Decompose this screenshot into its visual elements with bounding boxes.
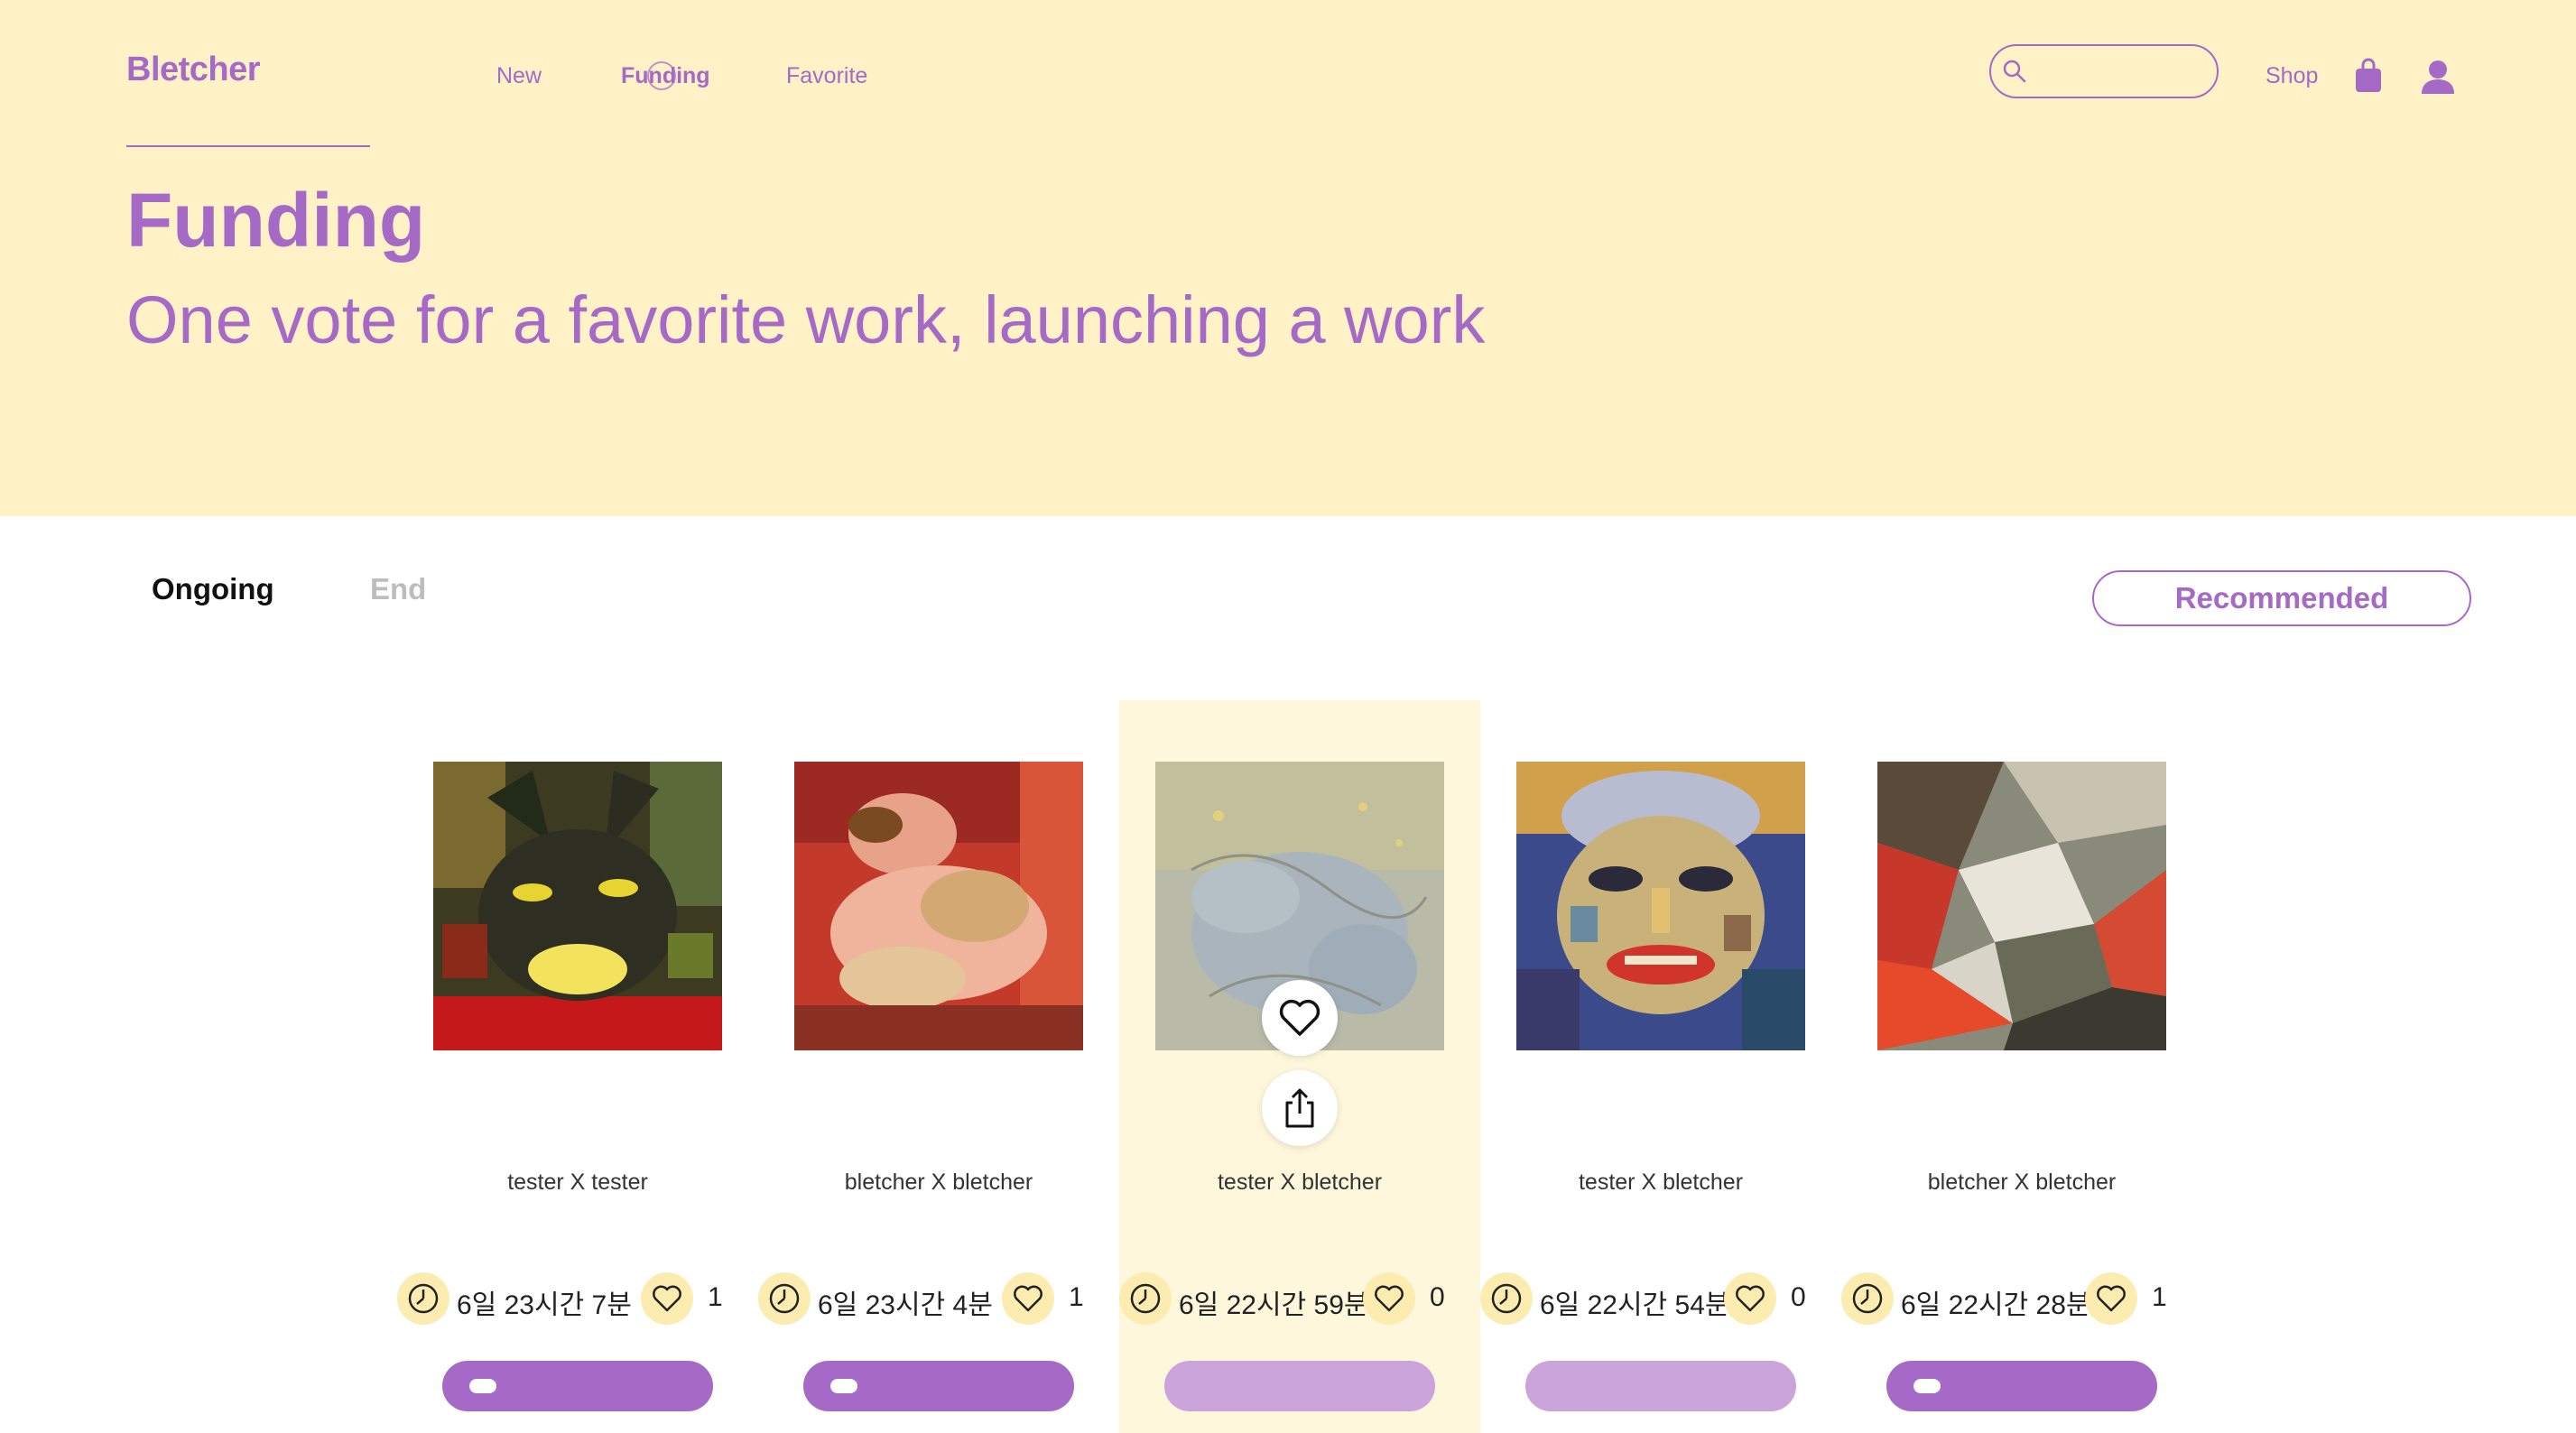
card-meta: 6일 23시간 4분 1 bbox=[758, 1269, 1119, 1328]
like-count: 1 bbox=[2152, 1282, 2167, 1312]
like-count: 1 bbox=[708, 1282, 723, 1312]
logo[interactable]: Bletcher bbox=[126, 51, 261, 89]
card-meta: 6일 22시간 54분 0 bbox=[1480, 1269, 1841, 1328]
shopping-bag-icon[interactable] bbox=[2354, 58, 2383, 94]
clock-icon bbox=[1841, 1272, 1894, 1325]
heart-icon[interactable] bbox=[1363, 1272, 1415, 1325]
hero-banner: Bletcher New Funding Favorite Shop Fundi… bbox=[0, 0, 2576, 516]
funding-card[interactable]: tester X bletcher 6일 22시간 54분 0 bbox=[1480, 700, 1841, 1433]
heart-icon[interactable] bbox=[1002, 1272, 1054, 1325]
remaining-time: 6일 22시간 28분 bbox=[1901, 1290, 2091, 1320]
search-icon bbox=[2003, 60, 2026, 83]
remaining-time: 6일 23시간 7분 bbox=[457, 1290, 632, 1320]
funding-card[interactable]: bletcher X bletcher 6일 23시간 4분 1 bbox=[758, 700, 1119, 1433]
remaining-time: 6일 22시간 54분 bbox=[1540, 1290, 1730, 1320]
shop-link[interactable]: Shop bbox=[2266, 63, 2318, 89]
artwork-thumbnail[interactable] bbox=[1516, 762, 1805, 1050]
progress-fill bbox=[830, 1379, 857, 1393]
progress-fill bbox=[1913, 1379, 1941, 1393]
clock-icon bbox=[1119, 1272, 1172, 1325]
heart-icon bbox=[1279, 999, 1320, 1036]
clock-icon bbox=[758, 1272, 811, 1325]
card-meta: 6일 22시간 28분 1 bbox=[1841, 1269, 2202, 1328]
progress-fill bbox=[469, 1379, 496, 1393]
tab-end[interactable]: End bbox=[370, 572, 426, 606]
funding-card[interactable]: tester X bletcher 6일 22시간 59분 0 bbox=[1119, 700, 1480, 1433]
artwork-thumbnail[interactable] bbox=[794, 762, 1083, 1050]
sort-recommended-button[interactable]: Recommended bbox=[2092, 570, 2471, 626]
card-title[interactable]: bletcher X bletcher bbox=[758, 1170, 1119, 1196]
nav-new[interactable]: New bbox=[496, 63, 542, 89]
card-title[interactable]: tester X tester bbox=[397, 1170, 758, 1196]
page-title: Funding bbox=[126, 178, 426, 263]
search-input[interactable] bbox=[1989, 44, 2219, 98]
funding-progress-bar bbox=[442, 1361, 713, 1411]
share-button[interactable] bbox=[1262, 1070, 1338, 1146]
cursor-indicator bbox=[647, 61, 676, 90]
clock-icon bbox=[1480, 1272, 1533, 1325]
remaining-time: 6일 22시간 59분 bbox=[1179, 1290, 1369, 1320]
like-count: 1 bbox=[1069, 1282, 1084, 1312]
funding-progress-bar bbox=[1164, 1361, 1435, 1411]
funding-progress-bar bbox=[1525, 1361, 1796, 1411]
clock-icon bbox=[397, 1272, 449, 1325]
page-subtitle: One vote for a favorite work, launching … bbox=[126, 282, 1486, 357]
card-meta: 6일 23시간 7분 1 bbox=[397, 1269, 758, 1328]
card-title[interactable]: tester X bletcher bbox=[1480, 1170, 1841, 1196]
remaining-time: 6일 23시간 4분 bbox=[818, 1290, 993, 1320]
heart-icon[interactable] bbox=[641, 1272, 693, 1325]
artwork-thumbnail[interactable] bbox=[433, 762, 722, 1050]
funding-card[interactable]: bletcher X bletcher 6일 22시간 28분 1 bbox=[1841, 700, 2202, 1433]
card-title[interactable]: bletcher X bletcher bbox=[1841, 1170, 2202, 1196]
favorite-button[interactable] bbox=[1262, 980, 1338, 1056]
artwork-thumbnail[interactable] bbox=[1877, 762, 2166, 1050]
heart-icon[interactable] bbox=[1724, 1272, 1776, 1325]
heart-icon[interactable] bbox=[2085, 1272, 2137, 1325]
user-icon[interactable] bbox=[2421, 60, 2455, 96]
card-meta: 6일 22시간 59분 0 bbox=[1119, 1269, 1480, 1328]
funding-progress-bar bbox=[1886, 1361, 2157, 1411]
funding-card[interactable]: tester X tester 6일 23시간 7분 1 bbox=[397, 700, 758, 1433]
like-count: 0 bbox=[1791, 1282, 1806, 1312]
card-title[interactable]: tester X bletcher bbox=[1119, 1170, 1480, 1196]
title-divider bbox=[126, 145, 370, 147]
funding-progress-bar bbox=[803, 1361, 1074, 1411]
share-icon bbox=[1285, 1088, 1314, 1128]
tab-ongoing[interactable]: Ongoing bbox=[152, 572, 274, 606]
nav-favorite[interactable]: Favorite bbox=[786, 63, 867, 89]
like-count: 0 bbox=[1430, 1282, 1445, 1312]
